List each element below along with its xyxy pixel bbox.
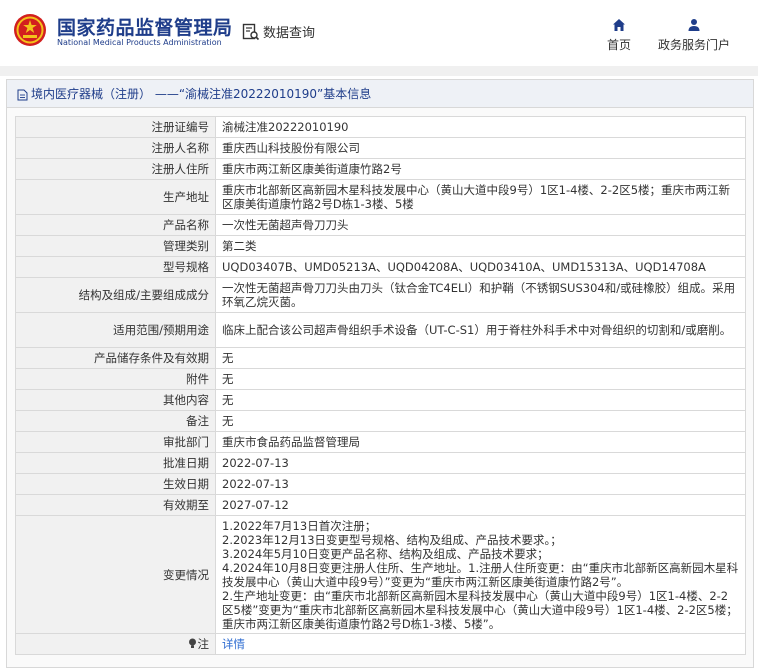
row-label: 批准日期 [15,452,216,474]
site-header: 国家药品监督管理局 National Medical Products Admi… [0,0,758,66]
row-label: 管理类别 [15,235,216,257]
header-divider [0,66,758,76]
brand-name-en: National Medical Products Administration [57,38,222,47]
row-label: 有效期至 [15,494,216,516]
row-label: 注册人名称 [15,137,216,159]
row-label: 注册人住所 [15,158,216,180]
table-row: 审批部门 重庆市食品药品监督管理局 [15,431,746,453]
row-label: 审批部门 [15,431,216,453]
table-row: 有效期至 2027-07-12 [15,494,746,516]
row-value: 无 [215,410,746,432]
table-row: 注册证编号 渝械注准20222010190 [15,116,746,138]
data-query-icon [242,23,260,40]
row-label: 型号规格 [15,256,216,278]
row-label: 生效日期 [15,473,216,495]
row-value: 无 [215,347,746,369]
row-value: 一次性无菌超声骨刀刀头 [215,214,746,236]
row-value: 重庆西山科技股份有限公司 [215,137,746,159]
row-value: 临床上配合该公司超声骨组织手术设备（UT-C-S1）用于脊柱外科手术中对骨组织的… [215,312,746,348]
panel-title-text: 境内医疗器械（注册） ——“渝械注准20222010190”基本信息 [31,87,372,101]
row-label: 变更情况 [15,515,216,634]
table-row: 注册人名称 重庆西山科技股份有限公司 [15,137,746,159]
row-value: 重庆市两江新区康美街道康竹路2号 [215,158,746,180]
row-label: 结构及组成/主要组成成分 [15,277,216,313]
note-value-cell: 详情 [215,633,746,655]
brand-name-cn[interactable]: 国家药品监督管理局 [57,13,233,40]
row-value: 无 [215,368,746,390]
panel-title: 境内医疗器械（注册） ——“渝械注准20222010190”基本信息 [7,80,753,108]
table-row: 其他内容无 [15,389,746,411]
row-label: 产品名称 [15,214,216,236]
table-row: 管理类别 第二类 [15,235,746,257]
table-row: 变更情况 1.2022年7月13日首次注册； 2.2023年12月13日变更型号规… [15,515,746,634]
table-row: 适用范围/预期用途 临床上配合该公司超声骨组织手术设备（UT-C-S1）用于脊柱外… [15,312,746,348]
row-value: 1.2022年7月13日首次注册； 2.2023年12月13日变更型号规格、结构… [215,515,746,634]
row-value: 一次性无菌超声骨刀刀头由刀头（钛合金TC4ELI）和护鞘（不锈钢SUS304和/… [215,277,746,313]
table-row: 产品储存条件及有效期无 [15,347,746,369]
document-icon [17,89,28,100]
row-label: 注册证编号 [15,116,216,138]
row-value: UQD03407B、UMD05213A、UQD04208A、UQD03410A、… [215,256,746,278]
nav-home[interactable]: 首页 [603,18,635,53]
row-value: 第二类 [215,235,746,257]
row-label: 附件 [15,368,216,390]
details-link[interactable]: 详情 [222,637,245,651]
table-row: 注 详情 [15,633,746,655]
home-icon [613,19,625,31]
data-query-label: 数据查询 [263,26,316,41]
row-value: 2022-07-13 [215,473,746,495]
nav-home-label: 首页 [606,38,631,52]
table-row: 生产地址 重庆市北部新区高新园木星科技发展中心（黄山大道中段9号）1区1-4楼、2… [15,179,746,215]
user-icon [688,19,700,31]
row-label: 其他内容 [15,389,216,411]
national-emblem-icon [14,14,46,46]
row-label: 适用范围/预期用途 [15,312,216,348]
note-label: 注 [197,637,210,651]
row-value: 2022-07-13 [215,452,746,474]
row-value: 2027-07-12 [215,494,746,516]
table-row: 批准日期 2022-07-13 [15,452,746,474]
row-value: 渝械注准20222010190 [215,116,746,138]
row-value: 重庆市食品药品监督管理局 [215,431,746,453]
table-row: 型号规格 UQD03407B、UMD05213A、UQD04208A、UQD034… [15,256,746,278]
row-value: 无 [215,389,746,411]
lightbulb-icon [188,638,196,648]
table-row: 注册人住所 重庆市两江新区康美街道康竹路2号 [15,158,746,180]
row-value: 重庆市北部新区高新园木星科技发展中心（黄山大道中段9号）1区1-4楼、2-2区5… [215,179,746,215]
table-row: 结构及组成/主要组成成分 一次性无菌超声骨刀刀头由刀头（钛合金TC4ELI）和护鞘… [15,277,746,313]
data-query-link[interactable]: 数据查询 [242,22,315,41]
table-row: 备注无 [15,410,746,432]
row-label: 备注 [15,410,216,432]
row-label: 产品储存条件及有效期 [15,347,216,369]
nav-gov-label: 政务服务门户 [657,38,730,52]
detail-panel: 境内医疗器械（注册） ——“渝械注准20222010190”基本信息 注册证编号… [6,79,754,668]
row-label: 生产地址 [15,179,216,215]
table-row: 产品名称 一次性无菌超声骨刀刀头 [15,214,746,236]
note-label-cell: 注 [15,633,216,655]
table-row: 附件无 [15,368,746,390]
table-row: 生效日期 2022-07-13 [15,473,746,495]
nav-gov-portal[interactable]: 政务服务门户 [654,18,734,53]
device-info-table: 注册证编号 渝械注准20222010190 注册人名称 重庆西山科技股份有限公司 注… [15,116,746,655]
